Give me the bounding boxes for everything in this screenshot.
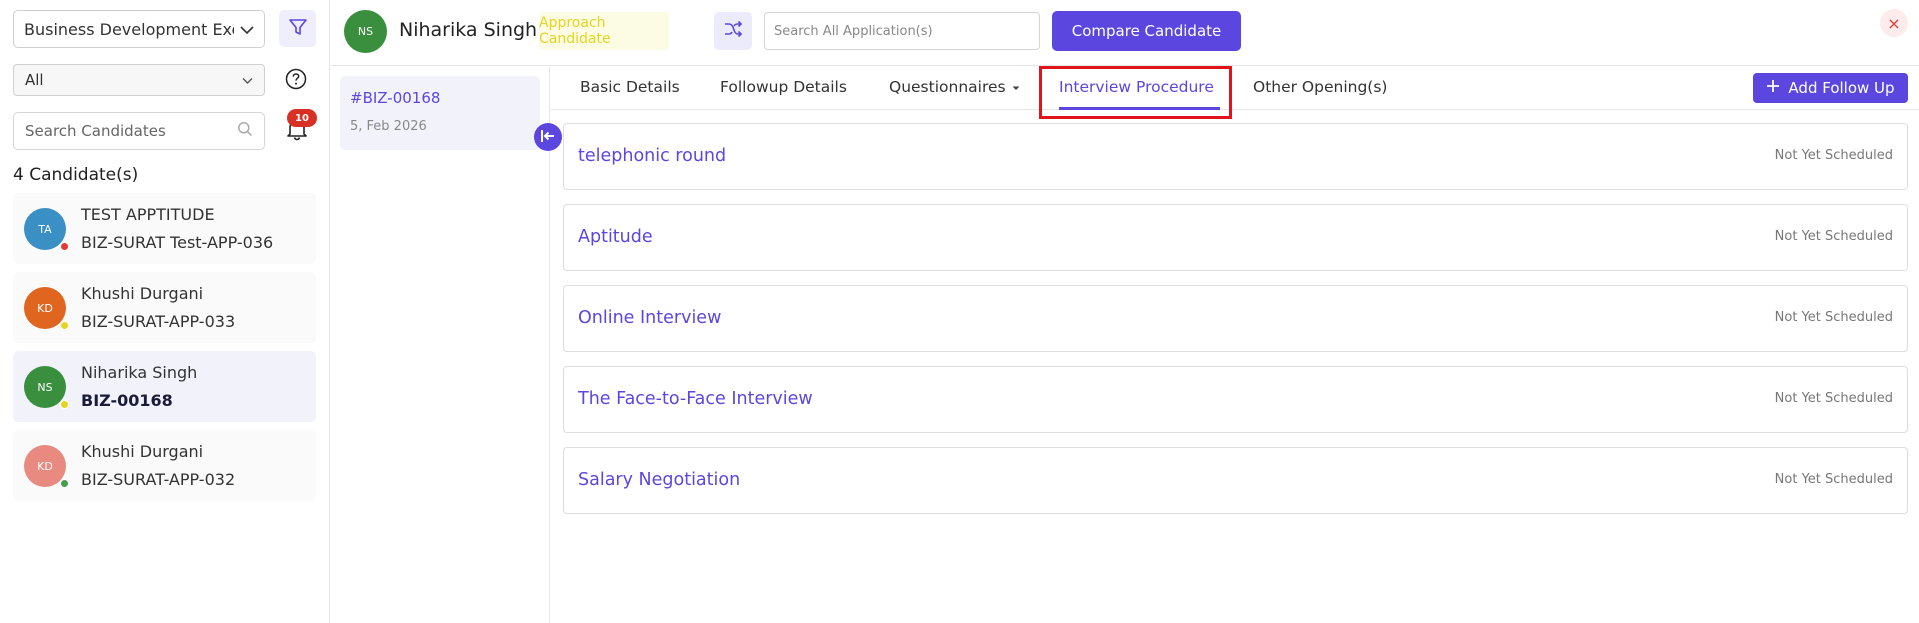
tab-other-openings[interactable]: Other Opening(s) — [1253, 78, 1387, 96]
candidate-name-title: Niharika Singh — [399, 19, 538, 41]
compare-candidate-button[interactable]: Compare Candidate — [1052, 11, 1241, 51]
chevron-down-icon — [242, 71, 253, 89]
notification-count-badge: 10 — [287, 109, 317, 127]
candidate-code: BIZ-SURAT-APP-033 — [81, 312, 236, 331]
add-follow-up-label: Add Follow Up — [1788, 79, 1895, 97]
interview-round-card[interactable]: Online Interview Not Yet Scheduled — [563, 285, 1908, 352]
approach-candidate-button[interactable]: Approach Candidate — [539, 12, 669, 50]
status-dot — [60, 321, 69, 330]
job-position-select[interactable]: Business Development Exec — [13, 10, 265, 48]
candidate-list: TA TEST APPTITUDE BIZ-SURAT Test-APP-036… — [13, 193, 316, 509]
plus-icon — [1766, 79, 1780, 97]
candidate-name: Khushi Durgani — [81, 442, 204, 461]
filter-button[interactable] — [279, 10, 316, 47]
status-select-value: All — [25, 71, 44, 89]
caret-down-icon — [1011, 78, 1021, 96]
round-title: The Face-to-Face Interview — [578, 389, 813, 409]
interview-round-card[interactable]: The Face-to-Face Interview Not Yet Sched… — [563, 366, 1908, 433]
round-title: telephonic round — [578, 146, 727, 166]
application-search-input[interactable] — [774, 23, 1030, 39]
interview-round-card[interactable]: Salary Negotiation Not Yet Scheduled — [563, 447, 1908, 514]
application-date: 5, Feb 2026 — [350, 119, 427, 134]
tab-questionnaires-label: Questionnaires — [889, 78, 1006, 96]
round-title: Online Interview — [578, 308, 722, 328]
round-status: Not Yet Scheduled — [1774, 229, 1893, 244]
detail-tabs: Basic Details Followup Details Questionn… — [551, 66, 1919, 110]
collapse-panel-button[interactable] — [534, 123, 562, 151]
interview-round-card[interactable]: telephonic round Not Yet Scheduled — [563, 123, 1908, 190]
interview-rounds-list: telephonic round Not Yet Scheduled Aptit… — [563, 123, 1908, 528]
close-icon[interactable]: × — [1880, 9, 1908, 37]
candidate-count: 4 Candidate(s) — [13, 165, 139, 185]
candidate-header: NS Niharika Singh Approach Candidate Com… — [331, 0, 1919, 66]
application-card[interactable]: #BIZ-00168 5, Feb 2026 — [340, 76, 540, 150]
filter-icon — [288, 17, 308, 41]
shuffle-button[interactable] — [714, 12, 752, 50]
add-follow-up-button[interactable]: Add Follow Up — [1753, 73, 1908, 103]
collapse-left-icon — [540, 128, 556, 147]
status-dot — [60, 400, 69, 409]
candidate-code: BIZ-SURAT Test-APP-036 — [81, 233, 274, 252]
candidate-name: Niharika Singh — [81, 363, 198, 382]
highlight-box — [1039, 66, 1232, 119]
round-title: Salary Negotiation — [578, 470, 741, 490]
application-id: #BIZ-00168 — [350, 89, 441, 107]
job-position-value: Business Development Exec — [24, 19, 234, 39]
application-list: #BIZ-00168 5, Feb 2026 — [331, 66, 550, 623]
tab-followup-details[interactable]: Followup Details — [720, 78, 847, 96]
candidate-search-box — [13, 112, 265, 150]
status-select[interactable]: All — [13, 64, 265, 96]
shuffle-icon — [723, 19, 743, 43]
candidate-card[interactable]: TA TEST APPTITUDE BIZ-SURAT Test-APP-036 — [13, 193, 316, 264]
round-status: Not Yet Scheduled — [1774, 310, 1893, 325]
round-status: Not Yet Scheduled — [1774, 391, 1893, 406]
help-icon[interactable] — [284, 67, 308, 91]
status-dot — [60, 242, 69, 251]
interview-round-card[interactable]: Aptitude Not Yet Scheduled — [563, 204, 1908, 271]
round-title: Aptitude — [578, 227, 653, 247]
candidate-code: BIZ-SURAT-APP-032 — [81, 470, 236, 489]
candidate-name: TEST APPTITUDE — [81, 205, 215, 224]
candidate-card[interactable]: KD Khushi Durgani BIZ-SURAT-APP-033 — [13, 272, 316, 343]
chevron-down-icon — [240, 20, 254, 39]
avatar: NS — [344, 10, 387, 53]
application-search-box — [764, 12, 1040, 50]
search-icon[interactable] — [237, 121, 253, 141]
round-status: Not Yet Scheduled — [1774, 472, 1893, 487]
candidate-code: BIZ-00168 — [81, 391, 173, 410]
candidate-sidebar: Business Development Exec All 10 4 Candi… — [0, 0, 330, 623]
tab-basic-details[interactable]: Basic Details — [580, 78, 680, 96]
candidate-search-input[interactable] — [25, 122, 237, 140]
round-status: Not Yet Scheduled — [1774, 148, 1893, 163]
candidate-name: Khushi Durgani — [81, 284, 204, 303]
tab-questionnaires[interactable]: Questionnaires — [889, 78, 1021, 96]
status-dot — [60, 479, 69, 488]
candidate-card-selected[interactable]: NS Niharika Singh BIZ-00168 — [13, 351, 316, 422]
candidate-card[interactable]: KD Khushi Durgani BIZ-SURAT-APP-032 — [13, 430, 316, 501]
